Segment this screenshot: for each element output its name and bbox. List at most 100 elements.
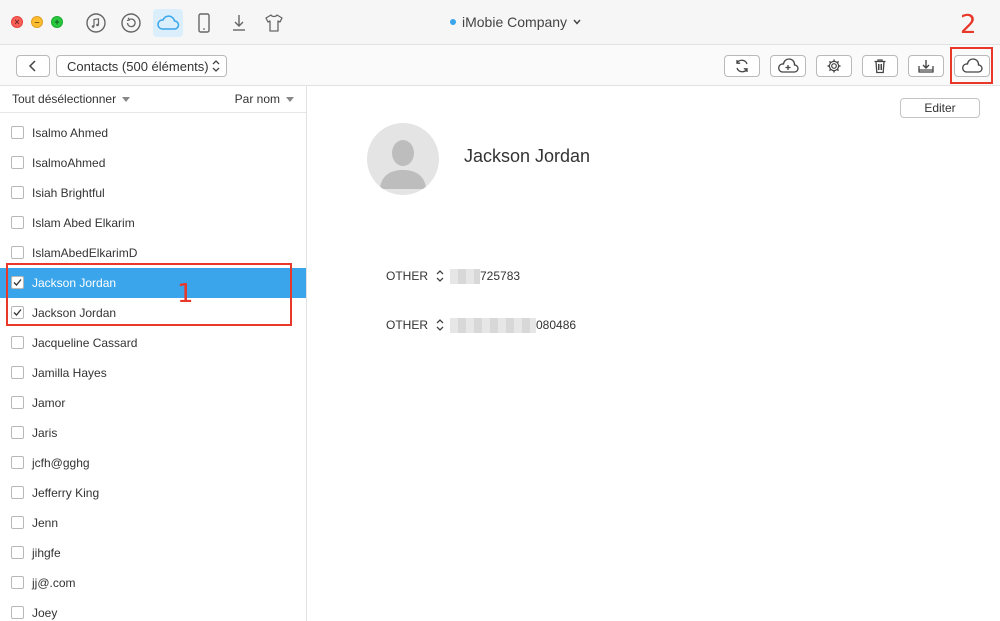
download-icon [233, 15, 245, 31]
contact-name: Jamilla Hayes [32, 366, 107, 380]
download-tab-button[interactable] [224, 9, 254, 37]
export-to-computer-button[interactable] [908, 55, 944, 77]
list-item[interactable]: Isiah Brightful [0, 178, 306, 208]
list-item[interactable]: Jacqueline Cassard [0, 328, 306, 358]
contact-name: Islam Abed Elkarim [32, 216, 135, 230]
back-button[interactable] [16, 55, 50, 77]
contact-name: IslamAbedElkarimD [32, 246, 138, 260]
settings-button[interactable] [816, 55, 852, 77]
annotation-box-2 [950, 47, 993, 84]
cloud-upload-icon [778, 58, 799, 73]
phone-value-suffix[interactable]: 080486 [536, 318, 576, 332]
list-item[interactable]: Jamilla Hayes [0, 358, 306, 388]
contact-name: jihgfe [32, 546, 61, 560]
list-item[interactable]: jj@.com [0, 568, 306, 598]
phone-label: OTHER [386, 318, 428, 332]
zoom-window-button[interactable]: + [51, 16, 63, 28]
chevron-left-icon [28, 60, 36, 72]
refresh-icon [736, 59, 748, 73]
deselect-all-dropdown[interactable]: Tout désélectionner [12, 92, 131, 106]
avatar [367, 123, 439, 195]
checkbox[interactable] [11, 396, 24, 409]
list-item[interactable]: IsalmoAhmed [0, 148, 306, 178]
contact-name: Jamor [32, 396, 66, 410]
list-item[interactable]: Isalmo Ahmed [0, 118, 306, 148]
list-item[interactable]: jihgfe [0, 538, 306, 568]
list-item[interactable]: Jenn [0, 508, 306, 538]
contact-list-panel: Tout désélectionner Par nom Isalmo Ahmed… [0, 86, 307, 621]
checkbox[interactable] [11, 156, 24, 169]
updown-arrows-icon [212, 60, 220, 72]
music-icon [86, 13, 106, 33]
category-selector[interactable]: Contacts (500 éléments) [56, 55, 227, 77]
checkbox[interactable] [11, 486, 24, 499]
phone-field: OTHER 080486 [386, 317, 576, 333]
contact-name: Joey [32, 606, 58, 620]
title-bar: × – + iMobie Company [0, 0, 1000, 45]
person-silhouette-icon [380, 140, 426, 189]
refresh-button[interactable] [724, 55, 760, 77]
restore-tab-button[interactable] [116, 9, 146, 37]
close-window-button[interactable]: × [11, 16, 23, 28]
checkbox[interactable] [11, 606, 24, 619]
list-item[interactable]: Jamor [0, 388, 306, 418]
checkbox[interactable] [11, 426, 24, 439]
checkbox[interactable] [11, 246, 24, 259]
redacted-value [450, 317, 536, 333]
checkbox[interactable] [11, 576, 24, 589]
checkbox[interactable] [11, 126, 24, 139]
upload-to-cloud-button[interactable] [770, 55, 806, 77]
contact-name: jj@.com [32, 576, 76, 590]
restore-icon [121, 13, 141, 33]
delete-button[interactable] [862, 55, 898, 77]
contact-detail-panel: Editer Jackson Jordan OTHER 725783 OTHER… [307, 86, 1000, 621]
checkbox[interactable] [11, 456, 24, 469]
contact-name: Jenn [32, 516, 59, 530]
device-selector[interactable]: iMobie Company [450, 13, 581, 31]
caret-down-icon [122, 96, 131, 102]
shirt-icon [265, 14, 283, 32]
minimize-window-button[interactable]: – [31, 16, 43, 28]
contact-name: Jaris [32, 426, 58, 440]
device-status-dot [450, 19, 456, 25]
trash-icon [874, 59, 886, 74]
list-item[interactable]: Islam Abed Elkarim [0, 208, 306, 238]
close-icon: × [14, 17, 20, 27]
contact-name: Isalmo Ahmed [32, 126, 109, 140]
list-item[interactable]: Jaris [0, 418, 306, 448]
annotation-number-1: 1 [177, 279, 194, 309]
checkbox[interactable] [11, 186, 24, 199]
list-header: Tout désélectionner Par nom [0, 86, 306, 113]
checkbox[interactable] [11, 336, 24, 349]
annotation-number-2: 2 [960, 10, 977, 40]
phone-field: OTHER 725783 [386, 268, 520, 284]
contact-name: Jefferry King [32, 486, 100, 500]
phone-label: OTHER [386, 269, 428, 283]
sort-dropdown[interactable]: Par nom [235, 92, 294, 106]
theme-tab-button[interactable] [259, 9, 289, 37]
toolbar: Contacts (500 éléments) [0, 45, 1000, 86]
phone-value-suffix[interactable]: 725783 [480, 269, 520, 283]
phone-icon [198, 13, 210, 33]
updown-arrows-icon[interactable] [436, 318, 444, 332]
deselect-all-label: Tout désélectionner [12, 92, 117, 106]
list-item[interactable]: jcfh@gghg [0, 448, 306, 478]
contact-name: Isiah Brightful [32, 186, 105, 200]
checkbox[interactable] [11, 546, 24, 559]
music-tab-button[interactable] [81, 9, 111, 37]
export-icon [918, 60, 934, 73]
list-item[interactable]: Jefferry King [0, 478, 306, 508]
sort-label: Par nom [234, 92, 280, 106]
edit-button[interactable]: Editer [900, 98, 980, 118]
contact-name: jcfh@gghg [32, 456, 90, 470]
checkbox[interactable] [11, 366, 24, 379]
device-tab-button[interactable] [189, 9, 219, 37]
checkbox[interactable] [11, 216, 24, 229]
device-name: iMobie Company [462, 14, 568, 30]
updown-arrows-icon[interactable] [436, 269, 444, 283]
chevron-down-icon [573, 19, 581, 25]
icloud-tab-button[interactable] [153, 9, 183, 37]
checkbox[interactable] [11, 516, 24, 529]
list-item[interactable]: Joey [0, 598, 306, 621]
contact-name: IsalmoAhmed [32, 156, 106, 170]
